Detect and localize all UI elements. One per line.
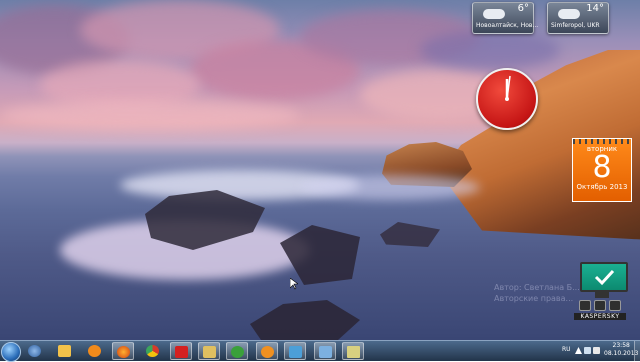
taskbar: RU 23:58 08.10.2013 — [0, 340, 640, 362]
taskbar-item-media-player[interactable] — [84, 342, 106, 360]
start-button[interactable] — [1, 342, 21, 362]
kaspersky-gadget[interactable]: KASPERSKY — [574, 262, 632, 334]
calendar-day: 8 — [592, 150, 612, 185]
taskbar-item-chrome-ie[interactable] — [24, 342, 46, 360]
taskbar-item-screen-app[interactable] — [284, 342, 306, 360]
weather-temp: 6° — [517, 3, 529, 14]
notes-icon — [347, 346, 360, 358]
firefox-icon — [117, 346, 130, 358]
cloudy-weather-icon — [483, 9, 505, 19]
taskbar-item-notes[interactable] — [342, 342, 364, 360]
taskbar-item-chrome[interactable] — [142, 342, 164, 360]
volume-icon[interactable] — [593, 347, 600, 354]
taskbar-item-utorrent[interactable] — [226, 342, 248, 360]
show-hidden-icons-icon[interactable] — [575, 347, 582, 354]
globe-icon — [28, 345, 41, 357]
language-indicator[interactable]: RU — [562, 346, 571, 353]
kaspersky-status-screen[interactable] — [580, 262, 628, 292]
clock-gadget[interactable] — [476, 68, 538, 130]
kaspersky-protection-icon[interactable] — [594, 300, 606, 311]
taskbar-item-folder[interactable] — [198, 342, 220, 360]
folder-icon — [203, 346, 216, 358]
taskbar-item-explorer[interactable] — [54, 342, 76, 360]
clock-face-icon — [505, 75, 511, 101]
utorrent-icon — [231, 346, 244, 358]
kaspersky-settings-icon[interactable] — [579, 300, 591, 311]
wallpaper-credit: Автор: Светлана Б... Авторские права... — [494, 283, 580, 303]
show-desktop-button[interactable] — [634, 341, 640, 361]
calendar-gadget[interactable]: вторник 8 Октябрь 2013 — [572, 138, 632, 202]
kaspersky-label: KASPERSKY — [574, 313, 626, 320]
cloudy-weather-icon — [558, 9, 580, 19]
checkmark-icon — [594, 269, 615, 286]
kaspersky-icon — [175, 346, 188, 358]
taskbar-item-orange-app[interactable] — [256, 342, 278, 360]
weather-gadget-right[interactable]: 14° Simferopol, UKR — [547, 2, 609, 34]
taskbar-item-kaspersky[interactable] — [170, 342, 192, 360]
weather-temp: 14° — [586, 3, 604, 14]
taskbar-item-firefox[interactable] — [112, 342, 134, 360]
taskbar-item-paint[interactable] — [314, 342, 336, 360]
kaspersky-update-icon[interactable] — [609, 300, 621, 311]
folder-icon — [58, 345, 71, 357]
calendar-month: Октябрь 2013 — [576, 183, 628, 191]
weather-location: Simferopol, UKR — [551, 22, 600, 29]
network-icon[interactable] — [584, 347, 591, 354]
monitor-icon — [289, 346, 302, 358]
weather-location: Новоалтайск, Нов... — [476, 22, 539, 29]
calendar-rings — [573, 139, 631, 144]
chrome-icon — [146, 345, 159, 357]
play-icon — [88, 345, 101, 357]
flower-icon — [261, 346, 274, 358]
mouse-cursor-icon — [290, 278, 298, 290]
weather-gadget-left[interactable]: 6° Новоалтайск, Нов... — [472, 2, 538, 34]
paint-icon — [319, 346, 332, 358]
